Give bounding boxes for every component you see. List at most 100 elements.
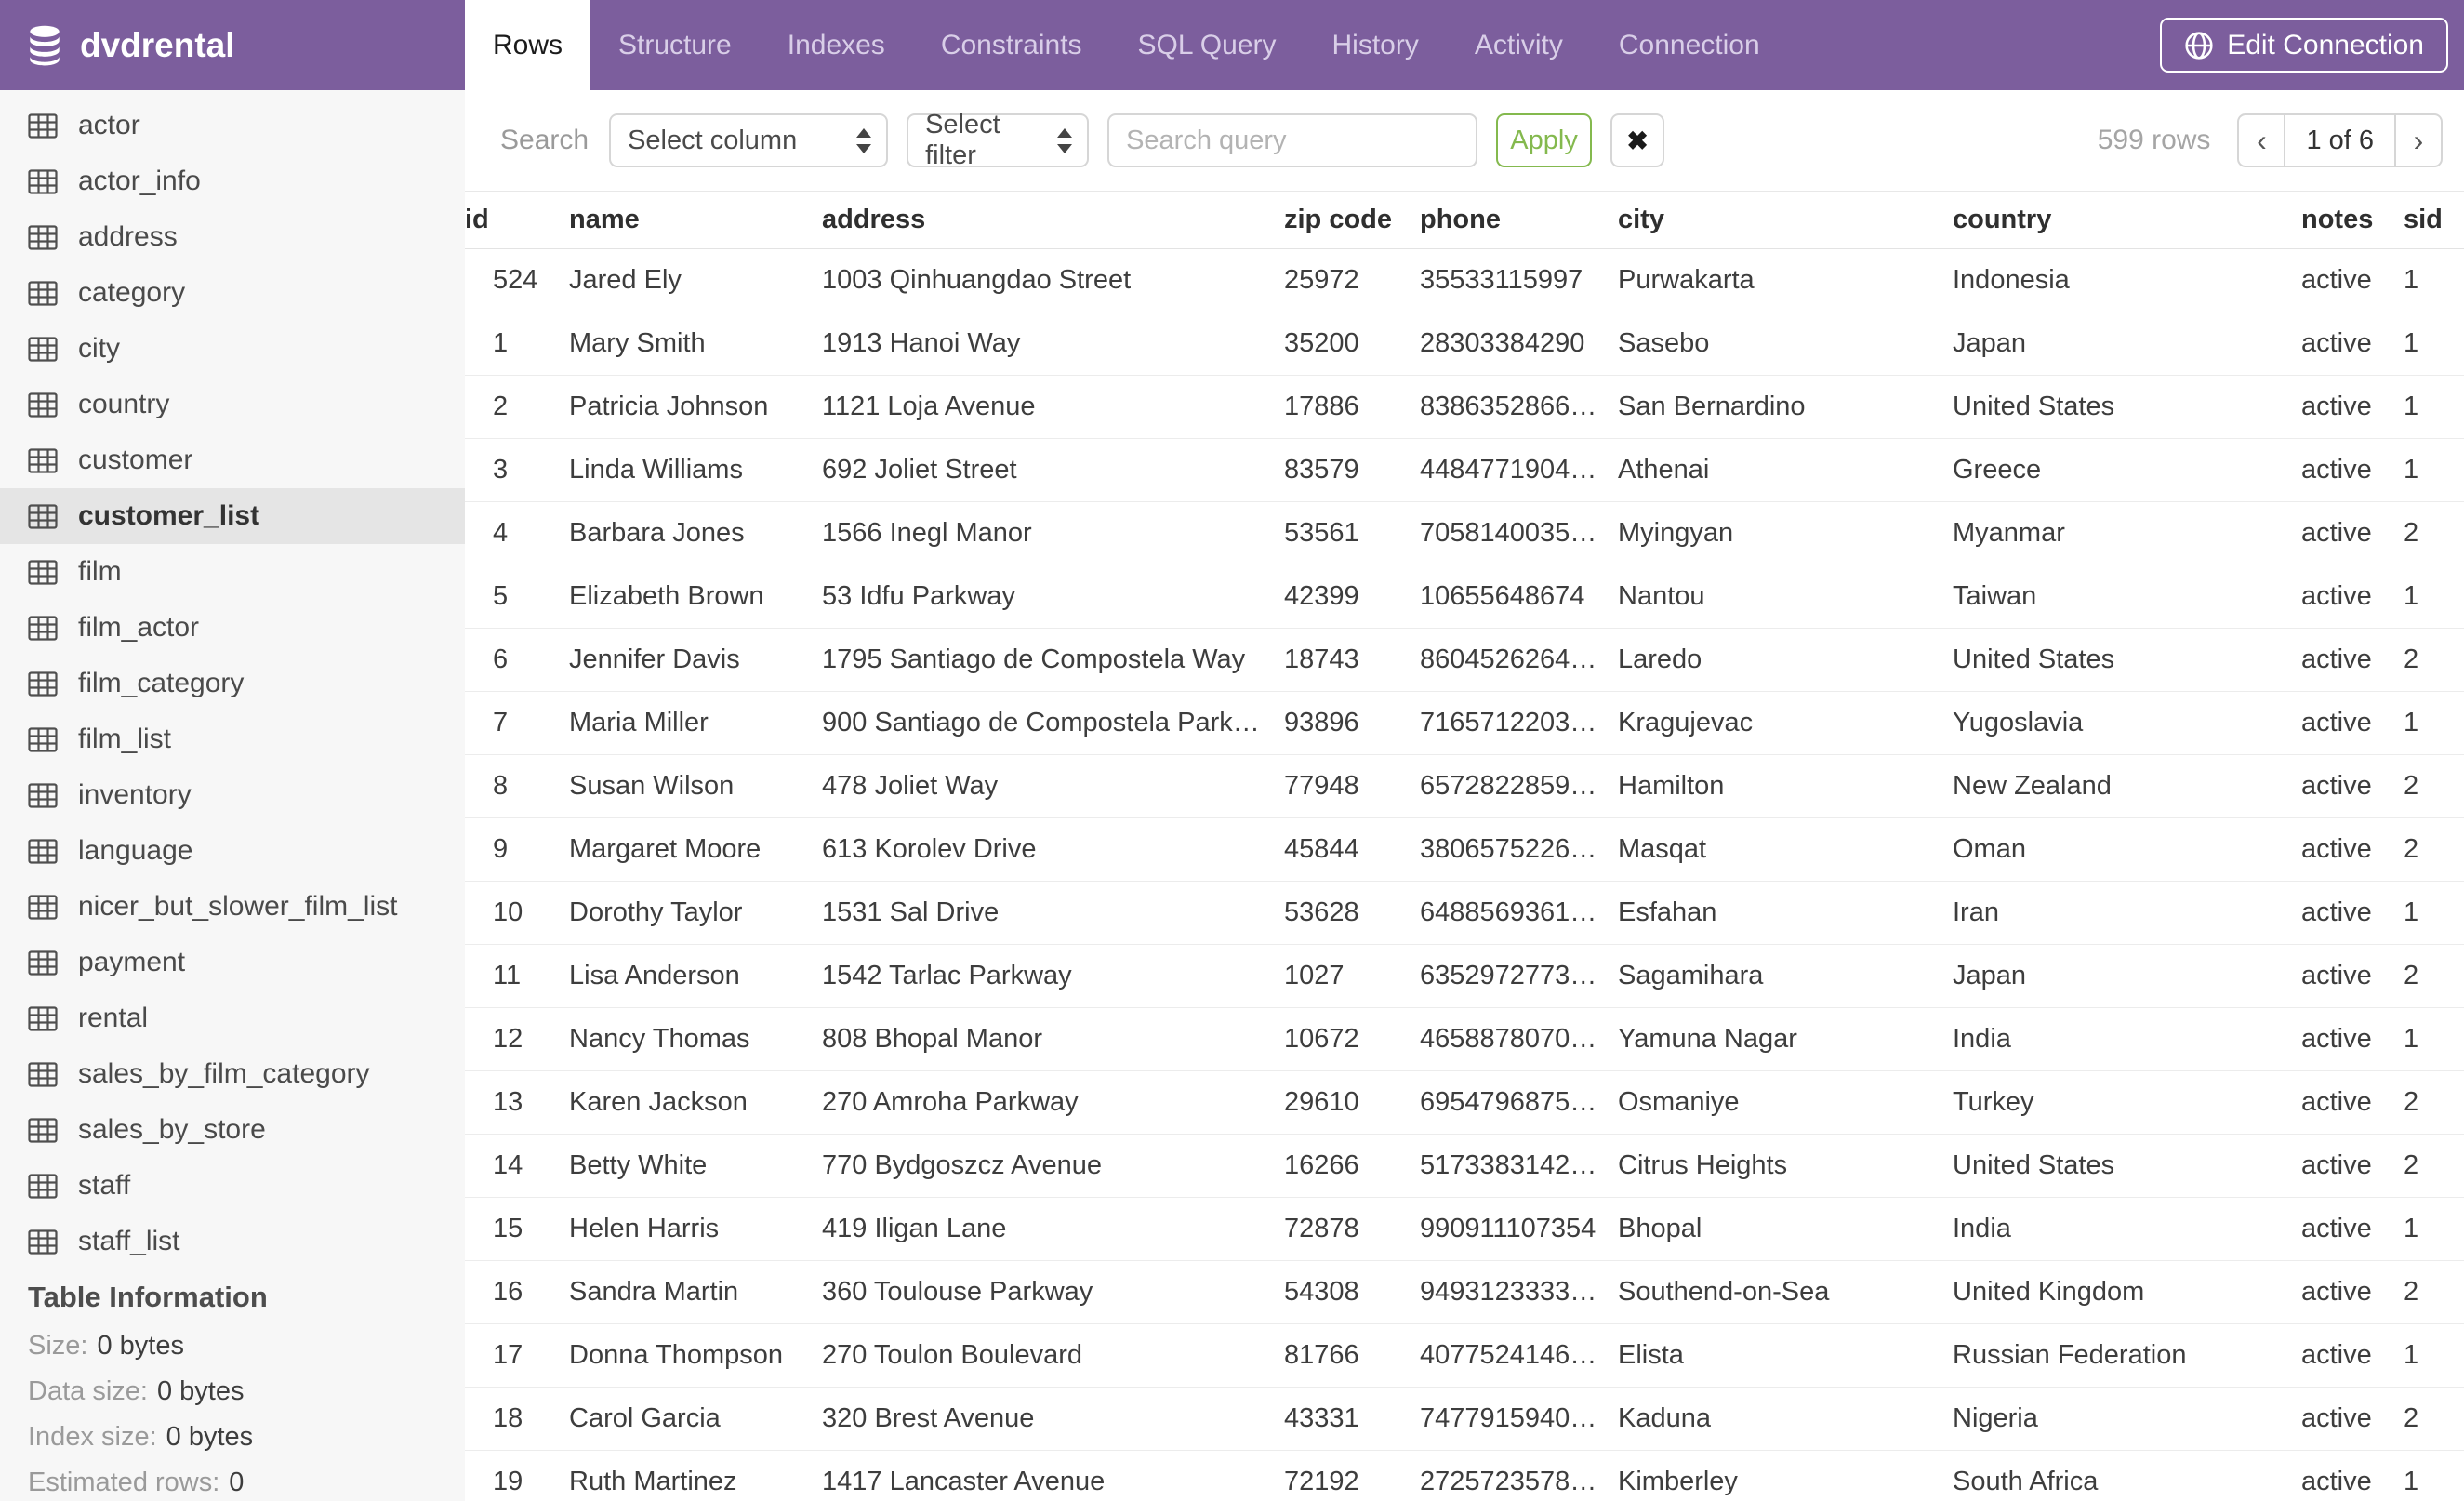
sidebar-table-item[interactable]: category	[0, 265, 465, 321]
table-grid-icon	[28, 1229, 58, 1255]
table-row[interactable]: 8 Susan Wilson 478 Joliet Way 77948 65728228…	[465, 754, 2464, 818]
table-grid-icon	[28, 726, 58, 752]
sidebar-item-label: film	[78, 556, 122, 587]
table-row[interactable]: 15 Helen Harris 419 Iligan Lane 72878 990911…	[465, 1197, 2464, 1261]
table-cell: 6	[465, 628, 569, 692]
sidebar-table-item[interactable]: film_actor	[0, 600, 465, 656]
column-header[interactable]: name	[569, 191, 822, 249]
table-row[interactable]: 12 Nancy Thomas 808 Bhopal Manor 10672 46588…	[465, 1007, 2464, 1071]
table-row[interactable]: 17 Donna Thompson 270 Toulon Boulevard 8176…	[465, 1323, 2464, 1388]
sidebar-table-item[interactable]: staff_list	[0, 1214, 465, 1269]
column-select[interactable]: Select column	[609, 113, 889, 167]
table-row[interactable]: 6 Jennifer Davis 1795 Santiago de Composte…	[465, 628, 2464, 692]
nav-tab[interactable]: Indexes	[760, 0, 913, 90]
nav-tab[interactable]: Constraints	[913, 0, 1110, 90]
table-grid-icon	[28, 950, 58, 976]
table-cell: Carol Garcia	[569, 1387, 822, 1451]
table-row[interactable]: 10 Dorothy Taylor 1531 Sal Drive 53628 64885…	[465, 881, 2464, 945]
table-cell: 2	[2404, 628, 2464, 692]
sidebar-item-label: staff	[78, 1170, 131, 1201]
sidebar-table-item[interactable]: address	[0, 209, 465, 265]
table-grid-icon	[28, 671, 58, 697]
table-cell: Russian Federation	[1953, 1323, 2301, 1388]
sidebar-table-item[interactable]: staff	[0, 1158, 465, 1214]
search-query-input[interactable]	[1107, 113, 1478, 167]
table-row[interactable]: 1 Mary Smith 1913 Hanoi Way 35200 2830338429…	[465, 312, 2464, 376]
column-header[interactable]: notes	[2301, 191, 2404, 249]
column-header[interactable]: phone	[1420, 191, 1618, 249]
table-cell: Patricia Johnson	[569, 375, 822, 439]
table-cell: 25972	[1284, 248, 1420, 312]
sidebar-table-item[interactable]: film_category	[0, 656, 465, 711]
nav-tab[interactable]: Connection	[1591, 0, 1788, 90]
table-cell: 1	[2404, 248, 2464, 312]
table-row[interactable]: 2 Patricia Johnson 1121 Loja Avenue 17886 83…	[465, 375, 2464, 439]
column-header[interactable]: city	[1618, 191, 1953, 249]
table-cell: Osmaniye	[1618, 1070, 1953, 1135]
edit-connection-button[interactable]: Edit Connection	[2160, 18, 2448, 73]
table-row[interactable]: 13 Karen Jackson 270 Amroha Parkway 29610 69…	[465, 1070, 2464, 1135]
nav-tab[interactable]: History	[1305, 0, 1447, 90]
sidebar-table-item[interactable]: city	[0, 321, 465, 377]
filter-select[interactable]: Select filter	[907, 110, 1090, 170]
sidebar-table-item[interactable]: customer	[0, 432, 465, 488]
nav-tab[interactable]: SQL Query	[1110, 0, 1305, 90]
nav-tab[interactable]: Rows	[465, 0, 591, 90]
sidebar-table-item[interactable]: nicer_but_slower_film_list	[0, 879, 465, 935]
column-header[interactable]: id	[465, 191, 569, 249]
chevron-right-icon: ›	[2413, 123, 2424, 157]
table-row[interactable]: 16 Sandra Martin 360 Toulouse Parkway 54308…	[465, 1260, 2464, 1324]
table-cell: active	[2301, 817, 2404, 882]
table-cell: Helen Harris	[569, 1197, 822, 1261]
sidebar-table-item[interactable]: sales_by_store	[0, 1102, 465, 1158]
table-cell: Elizabeth Brown	[569, 565, 822, 629]
column-header[interactable]: zip code	[1284, 191, 1420, 249]
sidebar-table-item[interactable]: language	[0, 823, 465, 879]
table-cell: 17	[465, 1323, 569, 1388]
sidebar-table-item[interactable]: film	[0, 544, 465, 600]
table-row[interactable]: 14 Betty White 770 Bydgoszcz Avenue 16266 51…	[465, 1134, 2464, 1198]
sidebar-table-item[interactable]: actor_info	[0, 153, 465, 209]
table-row[interactable]: 4 Barbara Jones 1566 Inegl Manor 53561 70581…	[465, 501, 2464, 565]
sidebar-table-item[interactable]: inventory	[0, 767, 465, 823]
table-cell: Mary Smith	[569, 312, 822, 376]
table-row[interactable]: 524 Jared Ely 1003 Qinhuangdao Street 25972…	[465, 248, 2464, 312]
column-header[interactable]: address	[822, 191, 1284, 249]
nav-tab[interactable]: Activity	[1447, 0, 1591, 90]
table-cell: active	[2301, 1070, 2404, 1135]
table-row[interactable]: 5 Elizabeth Brown 53 Idfu Parkway 42399 1065…	[465, 565, 2464, 629]
table-grid-icon	[28, 1005, 58, 1031]
column-header[interactable]: sid	[2404, 191, 2464, 249]
column-header[interactable]: country	[1953, 191, 2301, 249]
prev-page-button[interactable]: ‹	[2239, 115, 2284, 166]
table-cell: 16	[465, 1260, 569, 1324]
sidebar-table-item[interactable]: rental	[0, 990, 465, 1046]
table-cell: 1	[2404, 375, 2464, 439]
table-cell: Kimberley	[1618, 1450, 1953, 1501]
filter-select-value: Select filter	[925, 110, 1000, 170]
table-row[interactable]: 9 Margaret Moore 613 Korolev Drive 45844 380…	[465, 817, 2464, 882]
table-row[interactable]: 18 Carol Garcia 320 Brest Avenue 43331 74779…	[465, 1387, 2464, 1451]
table-cell: Purwakarta	[1618, 248, 1953, 312]
table-cell: Yamuna Nagar	[1618, 1007, 1953, 1071]
table-cell: Maria Miller	[569, 691, 822, 755]
table-row[interactable]: 3 Linda Williams 692 Joliet Street 83579 448…	[465, 438, 2464, 502]
table-cell: active	[2301, 1323, 2404, 1388]
sidebar-item-label: category	[78, 277, 186, 308]
sidebar-table-item[interactable]: country	[0, 377, 465, 432]
table-cell: 18	[465, 1387, 569, 1451]
next-page-button[interactable]: ›	[2396, 115, 2441, 166]
sidebar-table-item[interactable]: payment	[0, 935, 465, 990]
table-cell: 320 Brest Avenue	[822, 1387, 1284, 1451]
table-row[interactable]: 7 Maria Miller 900 Santiago de Compostela …	[465, 691, 2464, 755]
apply-button[interactable]: Apply	[1496, 113, 1593, 167]
sidebar-table-item[interactable]: actor	[0, 98, 465, 153]
clear-filter-button[interactable]: ✖	[1610, 113, 1665, 167]
table-row[interactable]: 19 Ruth Martinez 1417 Lancaster Avenue 7219…	[465, 1450, 2464, 1501]
sidebar-table-item[interactable]: sales_by_film_category	[0, 1046, 465, 1102]
sidebar-table-item[interactable]: film_list	[0, 711, 465, 767]
table-row[interactable]: 11 Lisa Anderson 1542 Tarlac Parkway 1027 63…	[465, 944, 2464, 1008]
nav-tab-label: Indexes	[787, 30, 885, 60]
sidebar-table-item[interactable]: customer_list	[0, 488, 465, 544]
nav-tab[interactable]: Structure	[590, 0, 760, 90]
